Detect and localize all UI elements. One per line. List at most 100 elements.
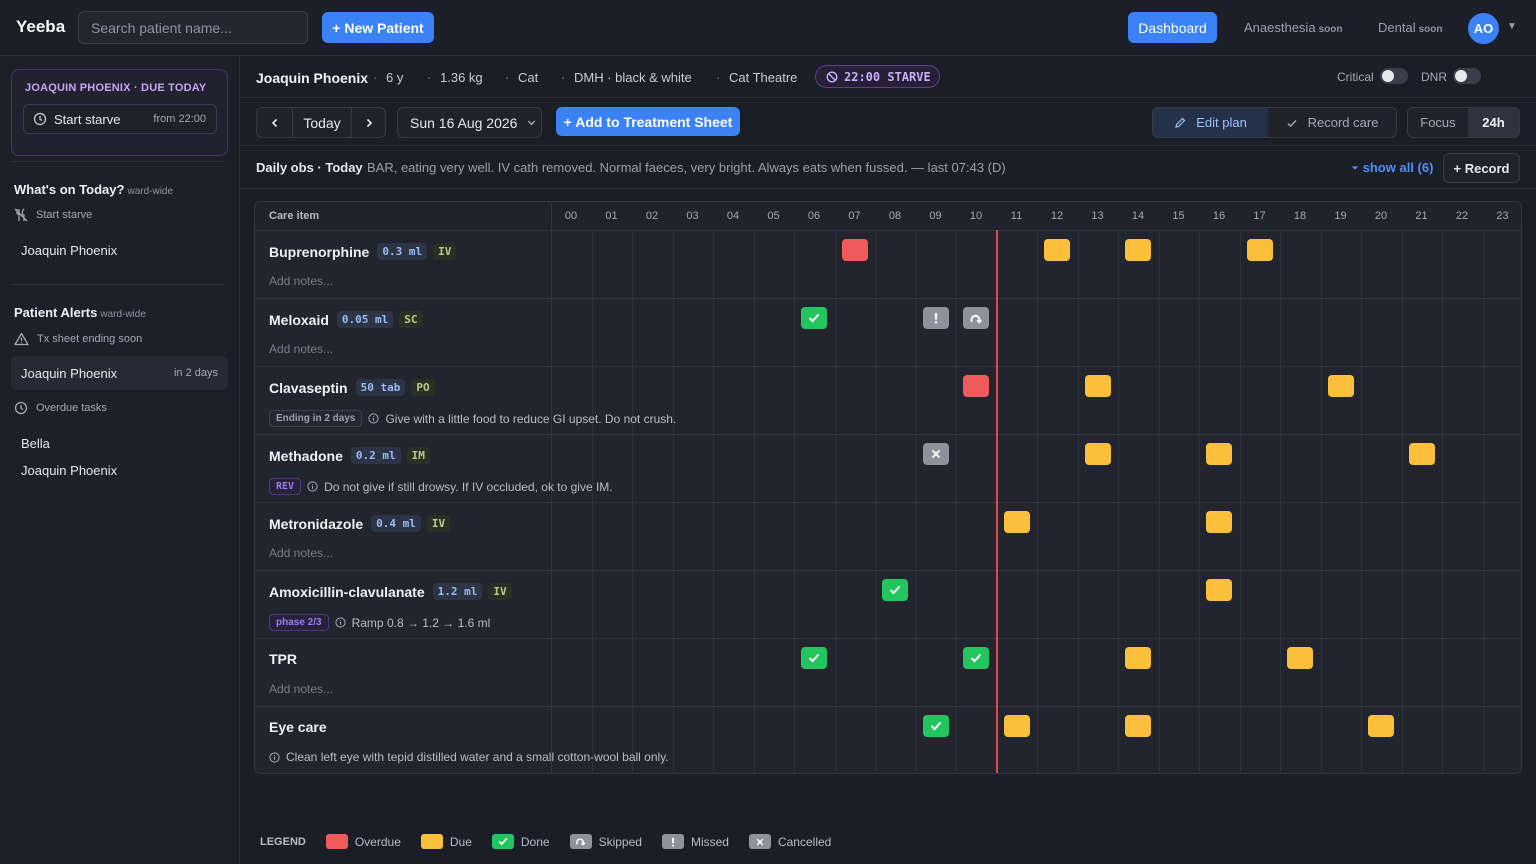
add-notes-field[interactable]: Add notes... <box>269 546 333 560</box>
tx-ending-label: Tx sheet ending soon <box>37 333 143 345</box>
search-input[interactable] <box>78 11 308 44</box>
dose-badge: 0.2 ml <box>350 447 401 464</box>
due-cell[interactable] <box>1327 375 1354 397</box>
starve-badge[interactable]: 22:00 STARVE <box>815 65 940 88</box>
overdue-cell[interactable] <box>963 375 990 397</box>
hour-header: 21 <box>1415 210 1428 222</box>
patient-weight: 1.36 kg <box>440 70 483 85</box>
due-cell[interactable] <box>1084 375 1111 397</box>
add-notes-field[interactable]: Add notes... <box>269 274 333 288</box>
hour-header: 15 <box>1172 210 1185 222</box>
due-cell[interactable] <box>1368 715 1395 737</box>
info-icon <box>269 751 280 763</box>
due-cell[interactable] <box>1287 647 1314 669</box>
hour-header: 16 <box>1212 210 1226 222</box>
chevron-down-icon[interactable]: ▼ <box>1507 21 1517 32</box>
soon-badge: soon <box>1418 24 1443 35</box>
due-cell[interactable] <box>1084 443 1111 465</box>
whats-on-heading: What's on Today? ward-wide <box>14 182 173 197</box>
care-item-title: Metronidazole 0.4 ml IV <box>269 515 451 532</box>
add-treatment-button[interactable]: + Add to Treatment Sheet <box>556 107 740 136</box>
hour-header: 17 <box>1253 210 1266 222</box>
done-cell[interactable] <box>963 647 990 669</box>
start-starve-group: Start starve <box>14 208 92 222</box>
overdue-patient[interactable]: Joaquin Phoenix <box>21 463 117 478</box>
dose-badge: 0.3 ml <box>377 243 428 260</box>
done-cell[interactable] <box>801 647 828 669</box>
due-cell[interactable] <box>1206 443 1233 465</box>
sidebar: JOAQUIN PHOENIX · DUE TODAY Start starve… <box>0 56 240 864</box>
check-icon <box>1287 119 1297 127</box>
whats-on-patient[interactable]: Joaquin Phoenix <box>21 243 117 258</box>
edit-plan-tab[interactable]: Edit plan <box>1153 108 1269 137</box>
due-cell[interactable] <box>1206 511 1233 533</box>
show-all-link[interactable]: show all (6) <box>1351 160 1433 175</box>
done-cell[interactable] <box>801 307 828 329</box>
exclamation-icon <box>671 837 674 847</box>
user-avatar[interactable]: AO <box>1468 13 1499 44</box>
legend-overdue: Overdue <box>325 834 401 849</box>
care-item-note[interactable]: Clean left eye with tepid distilled wate… <box>269 750 669 764</box>
due-cell[interactable] <box>1044 239 1071 261</box>
nav-dental[interactable]: Dental soon <box>1378 20 1442 35</box>
care-item-row[interactable]: Buprenorphine 0.3 ml IV Add notes... <box>255 231 1521 299</box>
overdue-cell[interactable] <box>841 239 868 261</box>
tab-24h[interactable]: 24h <box>1467 108 1519 137</box>
due-cell[interactable] <box>1408 443 1435 465</box>
done-cell[interactable] <box>922 715 949 737</box>
record-obs-button[interactable]: + Record <box>1443 153 1520 183</box>
current-time-line <box>996 230 998 773</box>
due-cell[interactable] <box>1206 579 1233 601</box>
due-cell[interactable] <box>1125 239 1152 261</box>
start-starve-task[interactable]: Start starve from 22:00 <box>23 104 217 134</box>
due-cell[interactable] <box>1003 511 1030 533</box>
warning-icon <box>14 332 29 346</box>
exclamation-icon <box>934 313 937 324</box>
due-cell[interactable] <box>1246 239 1273 261</box>
next-day-button[interactable] <box>351 108 385 137</box>
new-patient-button[interactable]: + New Patient <box>322 12 434 43</box>
today-button[interactable]: Today <box>292 108 351 137</box>
care-item-row[interactable]: Amoxicillin-clavulanate 1.2 ml IV phase 2/3… <box>255 571 1521 639</box>
prev-day-button[interactable] <box>257 108 292 137</box>
care-item-row[interactable]: Meloxaid 0.05 ml SC Add notes... <box>255 299 1521 367</box>
done-cell[interactable] <box>882 579 909 601</box>
care-item-row[interactable]: Eye care Clean left eye with tepid distil… <box>255 707 1521 773</box>
dnr-toggle[interactable] <box>1453 68 1481 84</box>
overdue-swatch <box>325 834 348 849</box>
due-cell[interactable] <box>1003 715 1030 737</box>
record-care-tab[interactable]: Record care <box>1268 108 1396 137</box>
date-picker[interactable]: Sun 16 Aug 2026 <box>397 107 542 138</box>
nav-anaesthesia[interactable]: Anaesthesia soon <box>1244 20 1342 35</box>
care-item-row[interactable]: Metronidazole 0.4 ml IV Add notes... <box>255 503 1521 571</box>
care-item-note[interactable]: Ending in 2 days Give with a little food … <box>269 410 676 427</box>
due-cell[interactable] <box>1125 647 1152 669</box>
add-notes-field[interactable]: Add notes... <box>269 682 333 696</box>
nav-anaesthesia-label: Anaesthesia <box>1244 20 1316 35</box>
critical-toggle[interactable] <box>1380 68 1408 84</box>
hour-header: 08 <box>888 210 902 222</box>
check-icon <box>809 313 820 323</box>
overdue-patient[interactable]: Bella <box>21 436 50 451</box>
care-item-row[interactable]: Clavaseptin 50 tab PO Ending in 2 days Give … <box>255 367 1521 435</box>
care-item-row[interactable]: Methadone 0.2 ml IM REV Do not give if still… <box>255 435 1521 503</box>
skipped-cell[interactable] <box>963 307 990 329</box>
care-item-title: Amoxicillin-clavulanate 1.2 ml IV <box>269 583 512 600</box>
alert-patient-item[interactable]: Joaquin Phoenix in 2 days <box>11 356 228 390</box>
toolbar: Today Sun 16 Aug 2026 + Add to Treatment… <box>240 98 1536 146</box>
check-icon <box>498 838 508 846</box>
care-item-note[interactable]: phase 2/3 Ramp 0.8 → 1.2 → 1.6 ml <box>269 614 490 631</box>
care-item-title: Methadone 0.2 ml IM <box>269 447 430 464</box>
care-item-row[interactable]: TPR Add notes... <box>255 639 1521 707</box>
due-cell[interactable] <box>1125 715 1152 737</box>
hour-header: 02 <box>645 210 659 222</box>
care-item-note[interactable]: REV Do not give if still drowsy. If IV oc… <box>269 478 613 495</box>
add-notes-field[interactable]: Add notes... <box>269 342 333 356</box>
cancelled-cell[interactable] <box>922 443 949 465</box>
hour-header: 01 <box>605 210 618 222</box>
brand-logo[interactable]: Yeeba <box>16 17 65 37</box>
focus-tab[interactable]: Focus <box>1408 108 1468 137</box>
clock-icon <box>33 112 47 126</box>
missed-cell[interactable] <box>922 307 949 329</box>
nav-dashboard[interactable]: Dashboard <box>1128 12 1217 43</box>
